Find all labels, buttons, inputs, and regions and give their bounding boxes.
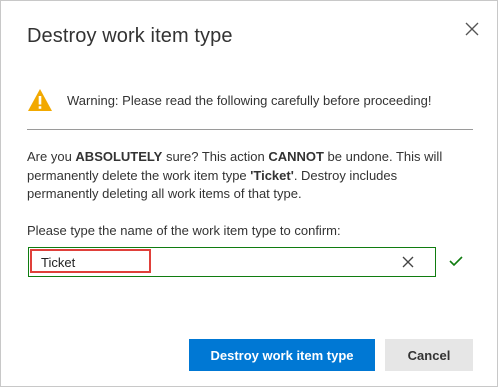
warning-text: Warning: Please read the following caref…	[67, 92, 432, 108]
destroy-button[interactable]: Destroy work item type	[189, 339, 375, 371]
cancel-button[interactable]: Cancel	[385, 339, 473, 371]
close-icon	[465, 22, 479, 36]
message-emphasis: ABSOLUTELY	[75, 149, 163, 164]
divider	[27, 129, 473, 130]
close-button[interactable]	[461, 18, 483, 40]
warning-row: Warning: Please read the following caref…	[27, 86, 431, 114]
message-text: Are you	[27, 149, 76, 164]
message-text: sure? This action	[162, 149, 269, 164]
confirmation-message: Are you ABSOLUTELY sure? This action CAN…	[27, 148, 467, 204]
confirm-input[interactable]	[41, 252, 381, 272]
message-emphasis: 'Ticket'	[250, 167, 294, 183]
confirm-input-box[interactable]	[28, 247, 436, 277]
message-emphasis: CANNOT	[268, 149, 324, 164]
destroy-dialog: Destroy work item type Warning: Please r…	[0, 0, 498, 387]
clear-input-button[interactable]	[399, 253, 417, 271]
checkmark-icon	[449, 256, 463, 267]
warning-icon	[28, 89, 52, 111]
confirm-label: Please type the name of the work item ty…	[27, 223, 341, 238]
close-icon	[402, 256, 414, 268]
dialog-title: Destroy work item type	[27, 25, 233, 47]
